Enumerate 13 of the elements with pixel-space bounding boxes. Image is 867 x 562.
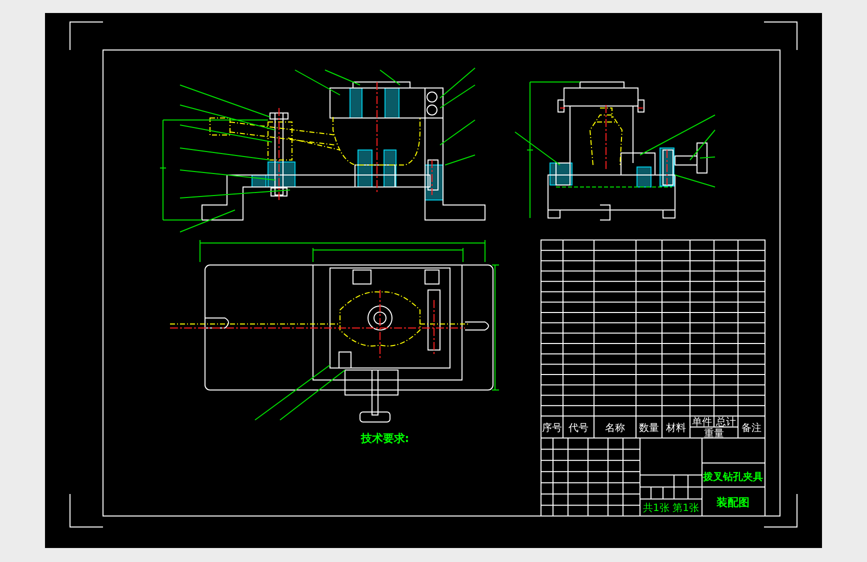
- column-header: 单件: [692, 417, 712, 428]
- drawing-title: 拨叉钻孔夹具: [703, 472, 763, 483]
- column-header: 名称: [605, 423, 625, 434]
- column-header: 序号: [542, 423, 562, 434]
- column-header: 重量: [704, 428, 724, 440]
- technical-requirements-heading: 技术要求:: [360, 432, 410, 445]
- column-header: 材料: [666, 423, 686, 434]
- column-header: 总计: [716, 417, 736, 428]
- column-header: 数量: [639, 423, 659, 434]
- drawing-type: 装配图: [716, 496, 750, 509]
- column-header: 代号: [568, 423, 588, 434]
- sheet-count: 共1张 第1张: [643, 503, 699, 514]
- column-header: 备注: [742, 423, 762, 434]
